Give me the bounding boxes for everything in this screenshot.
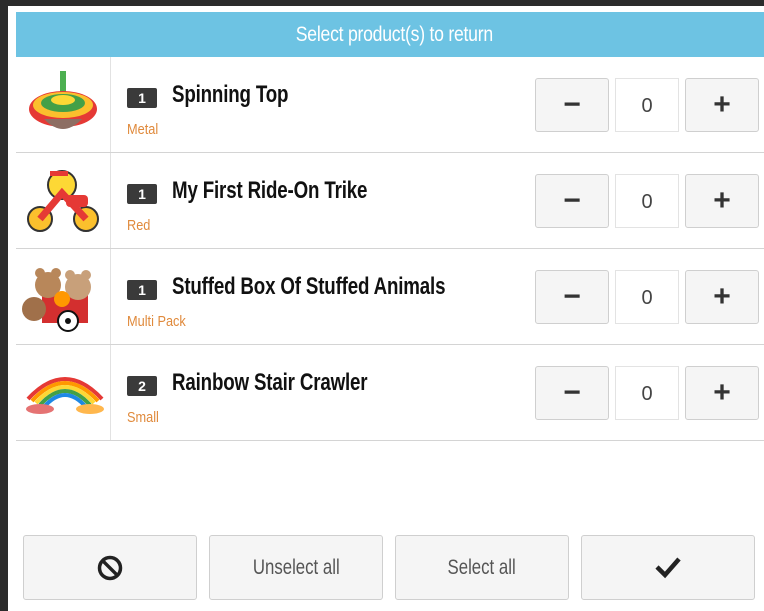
decrease-button[interactable]: − <box>535 78 609 132</box>
increase-button[interactable]: + <box>685 270 759 324</box>
return-quantity-field[interactable]: 0 <box>615 270 679 324</box>
product-variant: Multi Pack <box>127 313 186 330</box>
increase-button[interactable]: + <box>685 174 759 228</box>
product-thumbnail <box>16 153 111 248</box>
decrease-button[interactable]: − <box>535 366 609 420</box>
select-all-label: Select all <box>447 556 517 579</box>
product-thumbnail <box>16 345 111 440</box>
decrease-button[interactable]: − <box>535 174 609 228</box>
rainbow-spring-image <box>26 377 104 414</box>
spinning-top-image <box>29 71 97 129</box>
ban-icon <box>97 555 123 581</box>
return-dialog: Select product(s) to return 1 Spinning T… <box>0 0 764 611</box>
unselect-all-button[interactable]: Unselect all <box>209 535 383 600</box>
product-row: 1 Stuffed Box Of Stuffed Animals Multi P… <box>16 249 764 345</box>
product-thumbnail <box>16 57 111 152</box>
confirm-button[interactable] <box>581 535 755 600</box>
product-thumbnail <box>16 249 111 344</box>
product-name: My First Ride-On Trike <box>172 177 368 204</box>
dialog-header: Select product(s) to return <box>16 12 764 57</box>
cancel-button[interactable] <box>23 535 197 600</box>
decrease-button[interactable]: − <box>535 270 609 324</box>
product-name: Stuffed Box Of Stuffed Animals <box>172 273 446 300</box>
return-quantity-field[interactable]: 0 <box>615 366 679 420</box>
return-quantity-field[interactable]: 0 <box>615 78 679 132</box>
product-variant: Small <box>127 409 159 426</box>
unselect-all-label: Unselect all <box>252 556 340 579</box>
product-row: 1 Spinning Top Metal − 0 + <box>16 57 764 153</box>
product-variant: Metal <box>127 121 159 138</box>
increase-button[interactable]: + <box>685 78 759 132</box>
quantity-badge: 1 <box>127 184 157 204</box>
product-row: 2 Rainbow Stair Crawler Small − 0 + <box>16 345 764 441</box>
checkmark-icon <box>655 557 681 579</box>
stuffed-animals-image <box>22 268 91 332</box>
product-row: 1 My First Ride-On Trike Red − 0 + <box>16 153 764 249</box>
product-variant: Red <box>127 217 151 234</box>
product-name: Rainbow Stair Crawler <box>172 369 368 396</box>
return-quantity-field[interactable]: 0 <box>615 174 679 228</box>
select-all-button[interactable]: Select all <box>395 535 569 600</box>
quantity-badge: 1 <box>127 88 157 108</box>
trike-image <box>27 170 99 232</box>
quantity-badge: 1 <box>127 280 157 300</box>
dialog-title: Select product(s) to return <box>295 23 493 46</box>
quantity-badge: 2 <box>127 376 157 396</box>
product-name: Spinning Top <box>172 81 289 108</box>
increase-button[interactable]: + <box>685 366 759 420</box>
